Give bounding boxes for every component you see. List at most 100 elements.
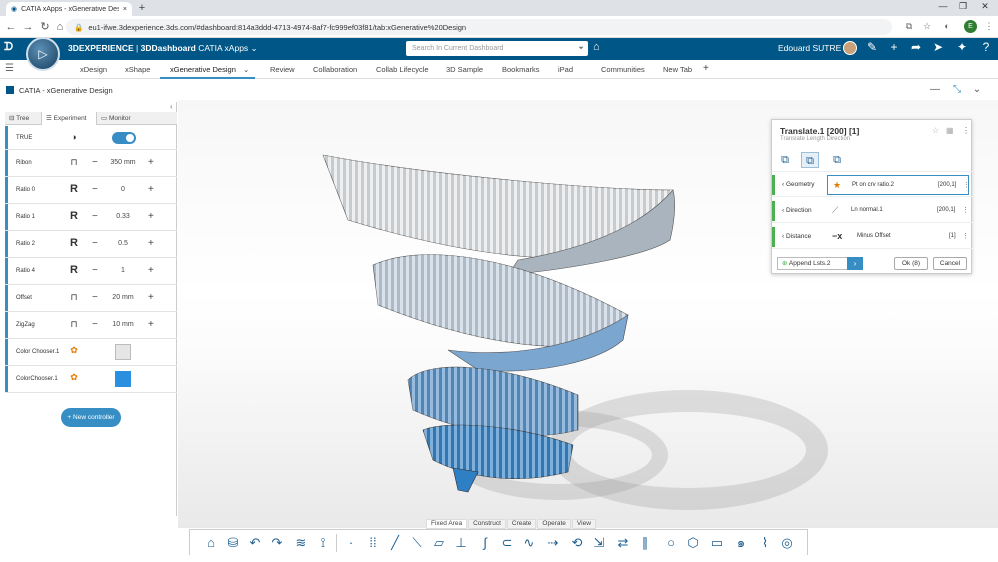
row-menu-icon[interactable]: ⋮ (963, 181, 970, 189)
tab-experiment[interactable]: ☰ Experiment (41, 112, 97, 125)
dialog-menu-icon[interactable]: ⋮ (962, 126, 970, 135)
param-value[interactable]: 1 (105, 267, 141, 274)
user-name[interactable]: Edouard SUTRE (778, 43, 841, 53)
axis-icon[interactable]: ⊥ (452, 534, 470, 552)
section-fixed-area[interactable]: Fixed Area (426, 519, 468, 529)
decrement-button[interactable]: − (92, 157, 98, 168)
increment-button[interactable]: + (148, 292, 154, 303)
section-construct[interactable]: Construct (468, 519, 506, 529)
line-icon[interactable]: ╱ (386, 534, 404, 552)
translate-icon[interactable]: ⧉ (902, 21, 916, 32)
widget-menu-icon[interactable]: ⌄ (970, 84, 984, 95)
tab-xshape[interactable]: xShape (125, 65, 150, 74)
tab-collab-lifecycle[interactable]: Collab Lifecycle (376, 65, 429, 74)
home-icon[interactable]: ⌂ (202, 534, 220, 552)
section-view[interactable]: View (571, 519, 596, 529)
section-create[interactable]: Create (506, 519, 537, 529)
feed-icon[interactable]: ≋ (292, 534, 310, 552)
curve-icon[interactable]: ∫ (476, 534, 494, 552)
platform-title[interactable]: 3DEXPERIENCE | 3DDashboard CATIA xApps ⌄ (68, 43, 258, 54)
star-icon[interactable]: ☆ (920, 21, 934, 32)
translate-icon[interactable]: ⇢ (544, 534, 562, 552)
concentric-icon[interactable]: ◎ (778, 534, 796, 552)
tab-new-tab[interactable]: New Tab (663, 65, 692, 74)
rectangle-icon[interactable]: ▭ (708, 534, 726, 552)
add-icon[interactable]: + (886, 40, 902, 54)
share-icon[interactable]: ➦ (908, 40, 924, 54)
param-value[interactable]: 0.33 (105, 213, 141, 220)
tab-bookmarks[interactable]: Bookmarks (502, 65, 540, 74)
undo-icon[interactable]: ↶ (246, 534, 264, 552)
redo-icon[interactable]: ↷ (268, 534, 286, 552)
param-value[interactable]: 350 mm (105, 159, 141, 166)
decrement-button[interactable]: − (92, 184, 98, 195)
close-window-icon[interactable]: ✕ (978, 1, 992, 12)
increment-button[interactable]: + (148, 265, 154, 276)
extension-icon[interactable]: ◐ (940, 21, 954, 31)
rotate-icon[interactable]: ⟲ (568, 534, 586, 552)
collapse-panel-icon[interactable]: ‹ (170, 102, 173, 111)
translate-mode-icon[interactable]: ⧉ (776, 152, 794, 168)
tab-xgenerative-design[interactable]: xGenerative Design (170, 65, 236, 74)
restore-widget-icon[interactable]: ⤡ (950, 84, 964, 95)
tab-collaboration[interactable]: Collaboration (313, 65, 357, 74)
favorite-icon[interactable]: ☆ (932, 126, 939, 135)
new-controller-button[interactable]: + New controller (61, 408, 121, 427)
decrement-button[interactable]: − (92, 319, 98, 330)
increment-button[interactable]: + (148, 319, 154, 330)
param-value[interactable]: 0.5 (105, 240, 141, 247)
increment-button[interactable]: + (148, 211, 154, 222)
boolean-toggle[interactable] (112, 132, 136, 144)
transform-icon[interactable]: ⇄ (614, 534, 632, 552)
grid-icon[interactable]: ▦ (946, 126, 954, 135)
tab-tree[interactable]: ⊟ Tree (5, 112, 41, 125)
increment-button[interactable]: + (148, 238, 154, 249)
close-tab-icon[interactable]: × (123, 6, 127, 13)
browser-tab[interactable]: ◉ CATIA xApps - xGenerative Desig × (6, 2, 132, 16)
forward-icon[interactable]: → (21, 20, 35, 34)
spiral-icon[interactable]: ๑ (732, 534, 750, 552)
back-icon[interactable]: ← (4, 20, 18, 34)
notifications-icon[interactable]: ✎ (864, 40, 880, 54)
communicate-icon[interactable]: ➤ (930, 40, 946, 54)
user-avatar[interactable] (843, 41, 857, 55)
circle-icon[interactable]: ○ (662, 534, 680, 552)
row-menu-icon[interactable]: ⋮ (962, 232, 969, 240)
decrement-button[interactable]: − (92, 265, 98, 276)
decrement-button[interactable]: − (92, 211, 98, 222)
plane-icon[interactable]: ▱ (430, 534, 448, 552)
decrement-button[interactable]: − (92, 238, 98, 249)
direction-input[interactable]: ⟋ Ln normal.1 [200,1] ⋮ (827, 201, 969, 221)
tab-review[interactable]: Review (270, 65, 295, 74)
scale-icon[interactable]: ⇲ (590, 534, 608, 552)
minimize-widget-icon[interactable]: — (928, 84, 942, 95)
point-icon[interactable]: · (342, 534, 360, 552)
translate-length-direction-icon[interactable]: ⧉ (801, 152, 819, 168)
ok-button[interactable]: Ok (8) (894, 257, 928, 270)
compass-icon[interactable]: ▷ (26, 37, 60, 71)
minimize-icon[interactable]: — (936, 1, 950, 11)
param-value[interactable]: 0 (105, 186, 141, 193)
translate-vector-icon[interactable]: ⧉ (828, 152, 846, 168)
dashboard-menu-icon[interactable]: ☰ (5, 63, 14, 74)
row-menu-icon[interactable]: ⋮ (962, 206, 969, 214)
spline-icon[interactable]: ∿ (520, 534, 538, 552)
color-swatch[interactable] (115, 344, 131, 360)
section-operate[interactable]: Operate (537, 519, 571, 529)
tag-icon[interactable]: ⌂ (593, 41, 600, 53)
tab-monitor[interactable]: ▭ Monitor (97, 112, 147, 125)
increment-button[interactable]: + (148, 157, 154, 168)
arc-icon[interactable]: ⊂ (498, 534, 516, 552)
chevron-right-icon[interactable]: › (847, 257, 863, 270)
new-tab-button[interactable]: + (136, 2, 148, 14)
increment-button[interactable]: + (148, 184, 154, 195)
dashboard-search-input[interactable]: Search In Current Dashboard ⏷ (406, 41, 588, 56)
tab-3d-sample[interactable]: 3D Sample (446, 65, 483, 74)
decrement-button[interactable]: − (92, 292, 98, 303)
url-field[interactable]: 🔒 eu1-ifwe.3dexperience.3ds.com/#dashboa… (66, 19, 892, 35)
param-value[interactable]: 10 mm (105, 321, 141, 328)
distance-input[interactable]: −x Minus Offset [1] ⋮ (827, 227, 969, 247)
menu-icon[interactable]: ⋮ (982, 21, 996, 32)
geometry-input[interactable]: ★ Pt on crv ratio.2 [200,1] ⋮ (827, 175, 970, 195)
filter-icon[interactable]: ⏷ (578, 41, 584, 56)
